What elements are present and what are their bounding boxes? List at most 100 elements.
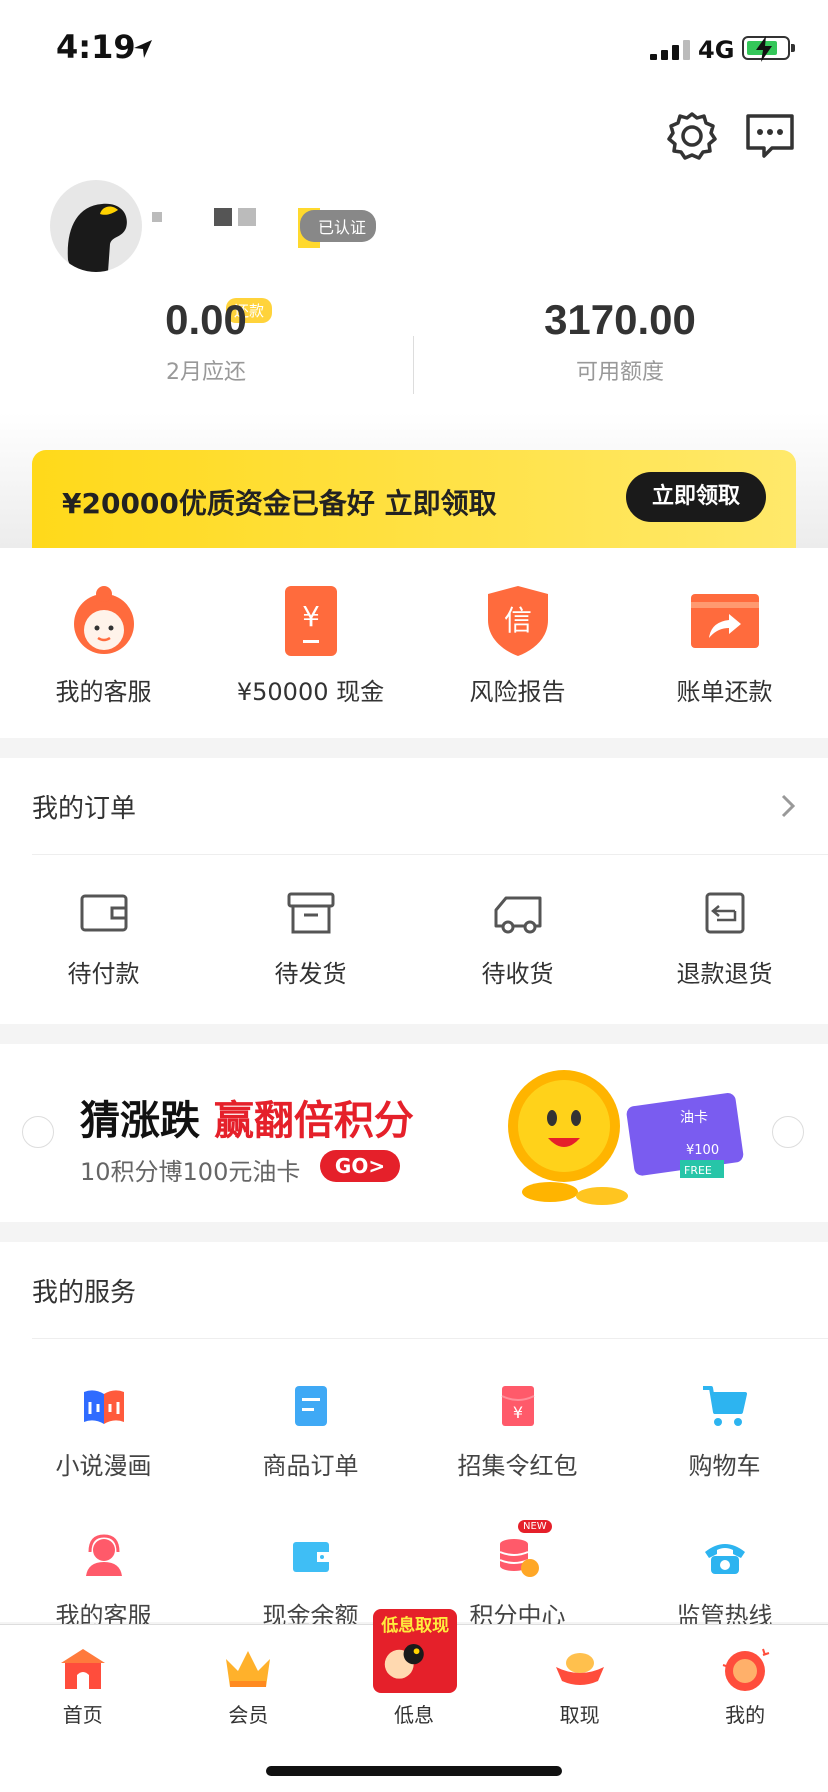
promo-banner[interactable]: ¥20000优质资金已备好 立即领取 立即领取 [32, 450, 796, 550]
profile-icon [722, 1648, 770, 1691]
coin-mascot-icon: 油卡 ¥100 FREE [508, 1070, 744, 1205]
stat-divider [413, 336, 414, 394]
settings-gear-icon[interactable] [664, 108, 720, 164]
svg-text:信: 信 [503, 604, 531, 637]
banner-prev-icon[interactable] [22, 1116, 54, 1148]
divider [32, 1338, 828, 1339]
credit-label: 可用额度 [575, 360, 664, 385]
tool-customer-service[interactable]: 我的客服 [0, 548, 207, 738]
due-amount-stat[interactable]: 0.00 2月应还 [106, 296, 306, 386]
due-label: 2月应还 [166, 360, 246, 385]
order-label: 待付款 [67, 960, 140, 988]
svg-text:¥: ¥ [512, 1403, 522, 1422]
tool-label: 风险报告 [469, 678, 566, 706]
home-icon [60, 1649, 105, 1689]
cash-icon: ¥ [284, 586, 337, 656]
headset-icon [85, 1534, 122, 1576]
quick-tools: 我的客服 ¥ ¥50000 现金 信 风险报告 账单还款 [0, 548, 828, 738]
tool-label: 账单还款 [676, 678, 773, 706]
profile-header: 已认证 还款 0.00 2月应还 3170.00 可用额度 ¥20000优质资金… [0, 96, 828, 550]
phone-icon [704, 1544, 745, 1574]
banner-title-black: 猜涨跌 [80, 1098, 214, 1144]
battery-icon [742, 36, 795, 62]
tab-label: 会员 [228, 1703, 269, 1727]
credit-stat[interactable]: 3170.00 可用额度 [520, 296, 720, 386]
orders-title[interactable]: 我的订单 [32, 788, 136, 825]
wallet-balance-icon [292, 1542, 329, 1572]
svg-text:¥: ¥ [302, 600, 320, 633]
service-product-orders[interactable]: 商品订单 [207, 1382, 414, 1532]
low-interest-promo-tile[interactable]: 低息取现 [373, 1609, 458, 1693]
shopping-cart-icon [702, 1386, 747, 1426]
signal-icon [650, 40, 690, 60]
my-orders-section: 我的订单 待付款 待发货 待收货 退款退货 [0, 758, 828, 1024]
promo-text: ¥20000优质资金已备好 立即领取 [62, 487, 497, 520]
card-free: FREE [684, 1164, 712, 1177]
due-amount: 0.00 [165, 296, 247, 343]
low-interest-icon [384, 1644, 424, 1679]
guess-banner[interactable]: 猜涨跌 赢翻倍积分 10积分博100元油卡 GO> 油卡 ¥100 FREE [0, 1044, 828, 1222]
tab-label: 首页 [62, 1703, 103, 1727]
home-indicator [266, 1766, 562, 1776]
network-type: 4G [698, 36, 735, 64]
location-arrow-icon [134, 40, 152, 58]
services-title: 我的服务 [32, 1278, 137, 1308]
banner-next-icon[interactable] [772, 1116, 804, 1148]
order-label: 退款退货 [676, 960, 773, 988]
avatar[interactable] [50, 180, 142, 272]
risk-shield-icon: 信 [487, 586, 548, 656]
crown-icon [226, 1651, 271, 1687]
tool-label: 我的客服 [55, 678, 152, 706]
service-novel-comic[interactable]: 小说漫画 [0, 1382, 207, 1532]
tab-label: 低息 [393, 1703, 434, 1727]
truck-icon [494, 896, 541, 934]
card-label: 油卡 [680, 1110, 708, 1126]
service-label: 购物车 [688, 1452, 761, 1480]
service-label: 招集令红包 [457, 1452, 578, 1480]
service-label: 小说漫画 [55, 1452, 152, 1480]
order-pending-receipt[interactable]: 待收货 [414, 890, 621, 989]
order-refund[interactable]: 退款退货 [621, 890, 828, 989]
my-services-section: 我的服务 小说漫画 商品订单 ¥ 招集令红包 购物车 我的客服 现金余额 NEW… [0, 1242, 828, 1630]
tool-cash[interactable]: ¥ ¥50000 现金 [207, 548, 414, 738]
status-time: 4:19 [56, 28, 136, 66]
order-pending-shipment[interactable]: 待发货 [207, 890, 414, 989]
tab-member[interactable]: 会员 [166, 1625, 332, 1728]
tab-home[interactable]: 首页 [0, 1625, 166, 1728]
banner-go-button[interactable]: GO> [320, 1150, 400, 1182]
service-label: 商品订单 [262, 1452, 359, 1480]
banner-title-red: 赢翻倍积分 [213, 1098, 414, 1144]
banner-subtitle: 10积分博100元油卡 [80, 1158, 301, 1186]
tool-bill-repay[interactable]: 账单还款 [621, 548, 828, 738]
refund-icon [705, 892, 744, 934]
claim-button[interactable]: 立即领取 [626, 472, 766, 522]
service-red-envelope[interactable]: ¥ 招集令红包 [414, 1382, 621, 1532]
chevron-right-icon[interactable] [778, 792, 798, 820]
order-label: 待收货 [481, 960, 554, 988]
red-envelope-icon: ¥ [501, 1386, 534, 1426]
bill-repay-icon [690, 594, 759, 648]
order-label: 待发货 [274, 960, 347, 988]
credit-amount: 3170.00 [544, 296, 696, 343]
tab-withdraw[interactable]: 取现 [497, 1625, 663, 1728]
tool-label: ¥50000 现金 [236, 678, 385, 706]
order-pending-payment[interactable]: 待付款 [0, 890, 207, 989]
tab-label: 取现 [559, 1703, 600, 1727]
tab-low-interest[interactable]: 低息取现 低息 [331, 1609, 497, 1728]
card-amount: ¥100 [686, 1143, 719, 1158]
tab-label: 我的 [725, 1703, 766, 1727]
customer-service-icon [73, 586, 134, 654]
message-icon[interactable] [742, 108, 798, 164]
tab-mine[interactable]: 我的 [662, 1625, 828, 1728]
service-shopping-cart[interactable]: 购物车 [621, 1382, 828, 1532]
box-icon [287, 892, 334, 934]
user-name-masked [152, 208, 256, 226]
points-icon [499, 1539, 539, 1577]
tool-risk-report[interactable]: 信 风险报告 [414, 548, 621, 738]
order-doc-icon [294, 1386, 327, 1426]
verified-badge: 已认证 [300, 210, 377, 242]
banner-title: 猜涨跌 赢翻倍积分 [80, 1088, 414, 1146]
new-badge: NEW [518, 1520, 552, 1533]
novel-comic-icon [83, 1390, 124, 1424]
wallet-icon [80, 894, 127, 932]
